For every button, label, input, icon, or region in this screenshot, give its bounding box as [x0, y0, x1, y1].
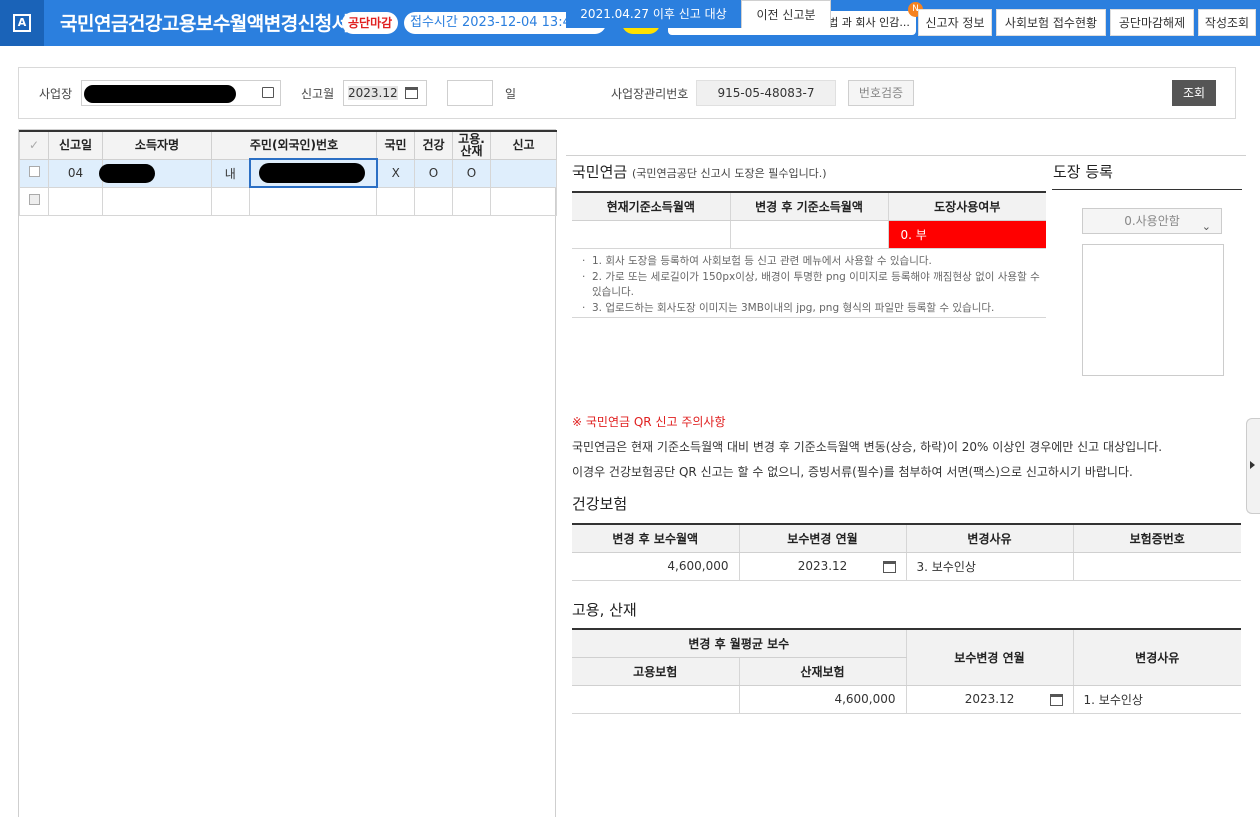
emp-month-field[interactable]: 2023.12 [905, 685, 1074, 714]
health-amount-field[interactable]: 4,600,000 [572, 552, 739, 581]
note-item: 2. 가로 또는 세로길이가 150px이상, 배경이 투명한 png 이미지로… [582, 270, 1044, 301]
health-table: 변경 후 보수월액 보수변경 연월 변경사유 보험증번호 4,600,000 2… [572, 523, 1241, 581]
cell-nationality[interactable]: 내 [211, 158, 250, 188]
table-row[interactable]: 04 내 X O O [19, 158, 557, 188]
filter-bar: 사업장 신고월 2023.12 일 사업장관리번호 915-05-48083-7… [18, 67, 1236, 119]
notes-divider [572, 317, 1046, 318]
col-card-no: 보험증번호 [1072, 523, 1241, 553]
col-health-month: 보수변경 연월 [738, 523, 906, 553]
redacted-block [258, 163, 365, 183]
col-emp-month: 보수변경 연월 [905, 628, 1074, 686]
col-group-monthly-pay: 변경 후 월평균 보수 [572, 628, 907, 658]
cell-report[interactable] [490, 158, 557, 188]
stamp-image-box[interactable] [1082, 244, 1224, 376]
cell-name[interactable] [99, 158, 212, 188]
select-all-checkbox[interactable]: ✓ [19, 130, 49, 160]
mgmt-no-field: 915-05-48083-7 [696, 80, 836, 106]
col-new-income: 변경 후 기준소득월액 [729, 191, 888, 221]
pension-notes: 1. 회사 도장을 등록하여 사회보험 등 신고 관련 메뉴에서 사용할 수 있… [582, 254, 1044, 316]
reporter-info-button[interactable]: 신고자 정보 [918, 9, 992, 36]
current-income-field[interactable] [572, 220, 730, 249]
qr-notice-title: ※ 국민연금 QR 신고 주의사항 [572, 415, 726, 429]
card-no-field[interactable] [1072, 552, 1241, 581]
col-accident-insurance: 산재보험 [738, 657, 907, 686]
col-emp-reason: 변경사유 [1072, 628, 1242, 686]
health-reason-field[interactable]: 3. 보수인상 [905, 552, 1073, 581]
col-earner-name: 소득자명 [102, 130, 212, 160]
side-panel-toggle[interactable] [1246, 418, 1260, 514]
stamp-title-divider [1052, 189, 1242, 190]
tab-divider [566, 155, 1246, 156]
col-health: 건강 [414, 130, 453, 160]
calendar-icon[interactable] [1049, 693, 1063, 706]
cell-pension[interactable]: X [376, 158, 415, 188]
stamp-use-select[interactable]: 0. 부 [887, 220, 1046, 249]
tab-previous[interactable]: 이전 신고분 [741, 0, 831, 28]
note-item: 1. 회사 도장을 등록하여 사회보험 등 신고 관련 메뉴에서 사용할 수 있… [582, 254, 1044, 270]
release-deadline-button[interactable]: 공단마감해제 [1110, 9, 1194, 36]
search-button[interactable]: 조회 [1172, 80, 1216, 106]
emp-reason-field[interactable]: 1. 보수인상 [1072, 685, 1242, 714]
health-title: 건강보험 [572, 495, 628, 513]
workplace-select[interactable] [81, 80, 281, 106]
workplace-label: 사업장 [39, 87, 73, 101]
redacted-block [84, 85, 236, 103]
report-month-input[interactable]: 2023.12 [343, 80, 427, 106]
workplace-popup-icon[interactable] [262, 87, 274, 98]
cell-health[interactable]: O [414, 158, 453, 188]
insurance-status-button[interactable]: 사회보험 접수현황 [996, 9, 1106, 36]
stamp-select[interactable]: 0.사용안함 ⌄ [1082, 208, 1222, 234]
tab-after-2021[interactable]: 2021.04.27 이후 신고 대상 [566, 0, 741, 28]
day-label: 일 [505, 87, 517, 101]
deadline-badge: 공단마감 [342, 12, 399, 34]
col-report: 신고 [490, 130, 557, 160]
col-employment-insurance: 고용보험 [572, 657, 739, 686]
qr-notice-line2: 이경우 건강보험공단 QR 신고는 할 수 없으니, 증빙서류(필수)를 첨부하… [572, 465, 1133, 479]
redacted-block [99, 163, 155, 183]
employment-amount-field[interactable] [572, 685, 739, 714]
qr-notice-line1: 국민연금은 현재 기준소득월액 대비 변경 후 기준소득월액 변동(상승, 하락… [572, 440, 1163, 454]
mgmt-no-label: 사업장관리번호 [611, 87, 689, 101]
pension-title: 국민연금 (국민연금공단 신고시 도장은 필수입니다.) [572, 163, 827, 181]
employee-grid: ✓ 신고일 소득자명 주민(외국인)번호 국민 건강 고용. 산재 신고 04 내… [18, 129, 557, 817]
col-health-amount: 변경 후 보수월액 [572, 523, 739, 553]
chevron-down-icon: ⌄ [1201, 220, 1211, 233]
col-health-reason: 변경사유 [905, 523, 1073, 553]
col-stamp-use: 도장사용여부 [887, 191, 1046, 221]
pension-table: 현재기준소득월액 변경 후 기준소득월액 도장사용여부 0. 부 [572, 191, 1046, 249]
calendar-icon[interactable] [405, 87, 418, 99]
chevron-right-icon [1250, 461, 1255, 469]
table-row-empty[interactable] [19, 186, 557, 216]
row-checkbox[interactable] [28, 166, 40, 177]
health-month-field[interactable]: 2023.12 [738, 552, 906, 581]
new-income-field[interactable] [729, 220, 888, 249]
report-month-label: 신고월 [301, 87, 335, 101]
pension-subtitle: (국민연금공단 신고시 도장은 필수입니다.) [631, 167, 827, 180]
verify-button[interactable]: 번호검증 [848, 80, 914, 106]
day-input[interactable] [447, 80, 493, 106]
employee-table: ✓ 신고일 소득자명 주민(외국인)번호 국민 건강 고용. 산재 신고 04 내… [19, 130, 557, 216]
cell-employment[interactable]: O [452, 158, 491, 188]
col-employment: 고용. 산재 [452, 130, 491, 160]
col-current-income: 현재기준소득월액 [572, 191, 730, 221]
employment-table: 변경 후 월평균 보수 보수변경 연월 변경사유 고용보험 산재보험 4,600… [572, 628, 1242, 714]
stamp-title: 도장 등록 [1053, 163, 1113, 181]
accident-amount-field[interactable]: 4,600,000 [738, 685, 907, 714]
employment-title: 고용, 산재 [572, 601, 637, 619]
write-search-button[interactable]: 작성조회 [1198, 9, 1256, 36]
col-report-day: 신고일 [48, 130, 103, 160]
col-resident-no: 주민(외국인)번호 [211, 130, 377, 160]
cell-day[interactable]: 04 [48, 158, 103, 188]
page-title: 국민연금건강고용보수월액변경신청서 [60, 13, 349, 35]
cell-resident-no[interactable] [248, 158, 378, 188]
col-pension: 국민 [376, 130, 415, 160]
note-item: 3. 업로드하는 회사도장 이미지는 3MB이내의 jpg, png 형식의 파… [582, 301, 1044, 317]
row-checkbox[interactable] [28, 194, 40, 205]
app-logo-icon[interactable]: A [0, 0, 44, 46]
calendar-icon[interactable] [882, 560, 896, 573]
